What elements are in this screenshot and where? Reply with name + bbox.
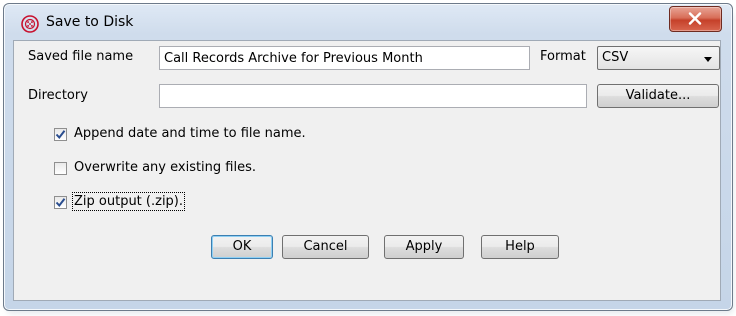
- file-name-input[interactable]: [159, 46, 530, 70]
- file-name-label: Saved file name: [28, 49, 134, 64]
- cancel-button[interactable]: Cancel: [282, 235, 369, 259]
- title-bar[interactable]: Save to Disk: [4, 4, 732, 40]
- save-to-disk-dialog: Save to Disk Saved file name Format CSV …: [3, 3, 733, 311]
- close-icon: [688, 12, 702, 25]
- format-label: Format: [540, 49, 586, 64]
- close-button[interactable]: [669, 6, 722, 32]
- zip-output-label[interactable]: Zip output (.zip).: [71, 192, 186, 211]
- directory-input[interactable]: [159, 84, 587, 108]
- overwrite-files-label[interactable]: Overwrite any existing files.: [74, 160, 256, 175]
- validate-button[interactable]: Validate...: [597, 84, 719, 108]
- dialog-body: Saved file name Format CSV Directory Val…: [13, 40, 721, 301]
- format-select[interactable]: CSV: [597, 46, 720, 70]
- append-datetime-label[interactable]: Append date and time to file name.: [74, 126, 306, 141]
- append-datetime-checkbox[interactable]: [54, 128, 67, 141]
- chevron-down-icon: [704, 57, 712, 62]
- checkmark-icon: [55, 198, 66, 208]
- directory-label: Directory: [28, 88, 88, 103]
- help-button[interactable]: Help: [481, 235, 559, 259]
- ok-button[interactable]: OK: [211, 235, 273, 259]
- checkmark-icon: [55, 130, 66, 140]
- zip-output-checkbox[interactable]: [54, 196, 67, 209]
- format-value: CSV: [602, 50, 629, 65]
- overwrite-files-checkbox[interactable]: [54, 162, 67, 175]
- dialog-title: Save to Disk: [46, 14, 134, 30]
- phone-globe-icon: [21, 15, 39, 33]
- apply-button[interactable]: Apply: [384, 235, 464, 259]
